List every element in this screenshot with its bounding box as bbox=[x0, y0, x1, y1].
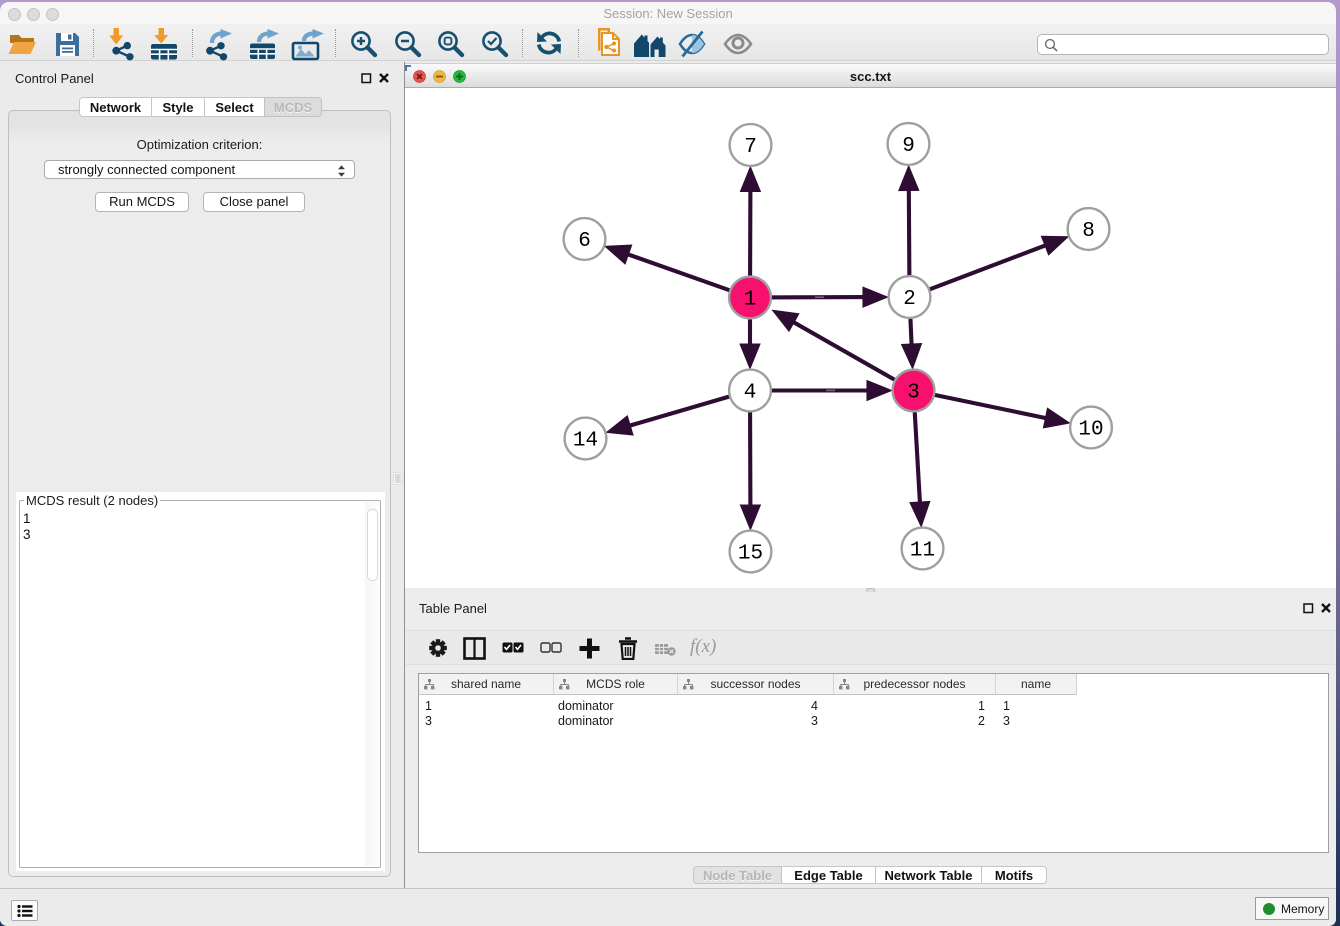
svg-text:7: 7 bbox=[744, 136, 757, 159]
svg-text:8: 8 bbox=[1082, 220, 1095, 243]
svg-text:15: 15 bbox=[738, 543, 763, 566]
svg-text:10: 10 bbox=[1078, 419, 1103, 442]
svg-text:6: 6 bbox=[578, 230, 591, 253]
svg-text:1: 1 bbox=[744, 289, 757, 312]
svg-text:14: 14 bbox=[573, 430, 598, 453]
svg-text:3: 3 bbox=[907, 382, 920, 405]
svg-text:2: 2 bbox=[903, 288, 916, 311]
svg-text:11: 11 bbox=[910, 540, 935, 563]
svg-text:9: 9 bbox=[902, 135, 915, 158]
svg-text:4: 4 bbox=[744, 382, 757, 405]
